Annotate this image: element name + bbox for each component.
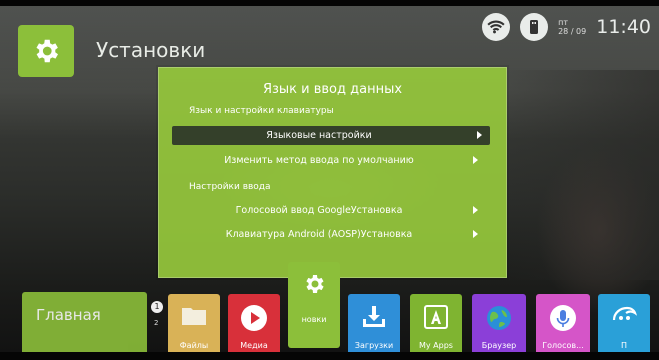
background-reflection <box>499 70 659 280</box>
files-tile[interactable]: Файлы <box>168 294 220 358</box>
tile-label: новки <box>301 315 327 324</box>
settings-tile[interactable]: новки <box>288 262 340 348</box>
tile-label: Файлы <box>179 341 209 350</box>
chevron-right-icon <box>473 230 478 238</box>
tv-frame-top <box>0 0 659 6</box>
section-keyboard-title: Язык и настройки клавиатуры <box>189 106 334 116</box>
date-display: пт 28 / 09 <box>558 18 586 36</box>
app-icon <box>612 306 638 321</box>
row-label: Изменить метод ввода по умолчанию <box>224 155 414 166</box>
voice-tile[interactable]: Голосов... <box>536 294 590 358</box>
chevron-right-icon <box>473 156 478 164</box>
apps-icon <box>424 305 448 329</box>
page-badge-1: 1 <box>151 301 163 313</box>
tile-label: Загрузки <box>354 341 394 350</box>
play-icon <box>241 305 267 331</box>
page-badge-2: 2 <box>154 319 159 327</box>
status-bar: пт 28 / 09 11:40 <box>482 10 651 44</box>
microphone-icon <box>550 305 576 331</box>
gear-icon <box>36 39 59 63</box>
usb-icon <box>530 20 539 34</box>
row-label: Голосовой ввод GoogleУстановка <box>235 205 403 216</box>
tile-label: Голосов... <box>542 341 584 350</box>
language-input-dialog: Язык и ввод данных Язык и настройки клав… <box>158 67 507 278</box>
tile-label: Браузер <box>481 341 517 350</box>
tile-label: My Apps <box>419 341 453 350</box>
tv-screen: Установки пт 28 / 09 11:40 Язык и ввод д… <box>0 0 659 360</box>
folder-icon <box>182 308 206 325</box>
settings-header-icon <box>18 25 74 77</box>
tv-frame-bottom <box>0 352 659 360</box>
home-tile[interactable]: Главная <box>22 292 147 360</box>
weekday: пт <box>558 18 568 27</box>
clock: 11:40 <box>596 16 651 38</box>
download-icon <box>363 306 385 327</box>
myapps-tile[interactable]: My Apps <box>410 294 462 358</box>
android-keyboard-row[interactable]: Клавиатура Android (AOSP)Установка <box>172 225 490 244</box>
browser-tile[interactable]: Браузер <box>472 294 526 358</box>
media-tile[interactable]: Медиа <box>228 294 280 358</box>
downloads-tile[interactable]: Загрузки <box>348 294 400 358</box>
chevron-right-icon <box>477 131 482 139</box>
globe-icon <box>487 306 511 330</box>
default-input-method-row[interactable]: Изменить метод ввода по умолчанию <box>172 151 490 170</box>
row-label: Клавиатура Android (AOSP)Установка <box>225 229 413 240</box>
date: 28 / 09 <box>558 27 587 36</box>
page-title: Установки <box>96 38 206 62</box>
gear-icon <box>306 275 324 293</box>
section-input-title: Настройки ввода <box>189 182 271 192</box>
extra-app-tile[interactable]: П <box>598 294 650 358</box>
wifi-icon <box>487 20 505 34</box>
row-label: Языковые настройки <box>266 130 372 141</box>
app-dock: Главная 1 2 Файлы Медиа новки Загрузки M… <box>0 262 659 360</box>
tile-label: Медиа <box>240 341 268 350</box>
tile-label: П <box>620 341 627 350</box>
usb-status <box>520 13 549 41</box>
wifi-status <box>482 13 511 41</box>
google-voice-input-row[interactable]: Голосовой ввод GoogleУстановка <box>172 201 490 220</box>
dialog-title: Язык и ввод данных <box>262 82 403 97</box>
home-label: Главная <box>36 306 101 324</box>
chevron-right-icon <box>473 206 478 214</box>
language-settings-row[interactable]: Языковые настройки <box>172 126 490 145</box>
